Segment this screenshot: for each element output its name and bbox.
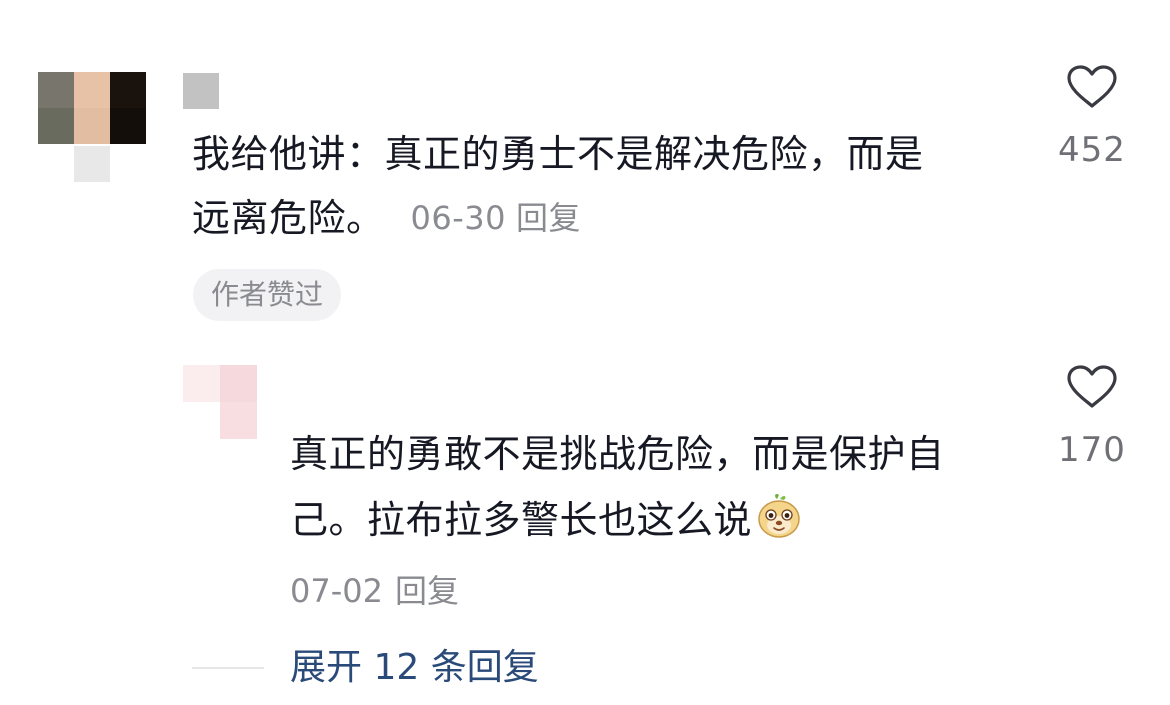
comment-text-line: 远离危险。 06-30 回复 — [192, 187, 581, 249]
reply-button[interactable]: 回复 — [516, 199, 581, 237]
avatar-pixel — [38, 108, 74, 144]
replier-avatar[interactable] — [183, 365, 257, 439]
avatar-pixel — [220, 365, 257, 402]
comment-date: 06-30 — [410, 199, 506, 237]
avatar-pixel — [74, 108, 110, 144]
reply-date: 07-02 — [290, 572, 383, 610]
comment-text-line: 我给他讲：真正的勇士不是解决危险，而是 — [192, 132, 924, 176]
like-control: 452 — [1042, 64, 1142, 170]
heart-outline-icon[interactable] — [1066, 364, 1118, 410]
like-count: 170 — [1058, 430, 1126, 470]
comment-text-end: 远离危险。 — [192, 196, 385, 240]
author-liked-badge: 作者赞过 — [193, 269, 342, 321]
expand-replies-button[interactable]: 展开 12 条回复 — [290, 640, 539, 696]
avatar-pixel — [74, 146, 110, 182]
avatar-pixel — [74, 72, 110, 108]
like-count: 452 — [1058, 130, 1126, 170]
avatar-pixel — [220, 402, 257, 439]
reply-text-end: 己。拉布拉多警长也这么说 — [290, 498, 753, 542]
expand-divider — [192, 667, 264, 669]
reply-text-line: 己。拉布拉多警长也这么说 — [290, 489, 802, 551]
reply-text-line: 真正的勇敢不是挑战危险，而是保护自 — [290, 432, 945, 476]
like-control: 170 — [1042, 364, 1142, 470]
reply-meta: 07-02 回复 — [290, 566, 459, 612]
avatar-pixel — [110, 108, 146, 144]
avatar-pixel — [183, 365, 220, 402]
avatar-pixel — [110, 72, 146, 108]
heart-outline-icon[interactable] — [1066, 64, 1118, 110]
reply-button[interactable]: 回复 — [395, 572, 459, 610]
commenter-username[interactable] — [183, 73, 219, 109]
comment-thread: 我给他讲：真正的勇士不是解决危险，而是 远离危险。 06-30 回复 作者赞过 45… — [0, 0, 1170, 705]
cartoon-face-emoji — [758, 493, 800, 538]
commenter-avatar[interactable] — [38, 72, 146, 182]
avatar-pixel — [38, 72, 74, 108]
